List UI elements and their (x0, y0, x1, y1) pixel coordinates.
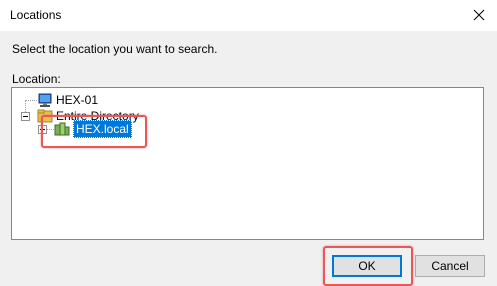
window-title: Locations (10, 8, 62, 22)
close-icon[interactable] (469, 5, 489, 25)
instruction-text: Select the location you want to search. (12, 42, 218, 56)
tree-node-label: HEX-01 (56, 93, 99, 107)
computer-icon (37, 92, 53, 108)
location-tree[interactable]: HEX-01 Entire Directory HEX.local (11, 87, 484, 240)
title-bar: Locations (0, 0, 497, 31)
highlight-box (41, 115, 147, 148)
locations-dialog: Locations Select the location you want t… (0, 0, 497, 286)
highlight-box (323, 246, 413, 286)
location-label: Location: (12, 72, 61, 86)
cancel-button[interactable]: Cancel (415, 255, 485, 277)
tree-node-hex-01[interactable]: HEX-01 (37, 92, 98, 108)
collapse-toggle[interactable] (21, 112, 30, 121)
